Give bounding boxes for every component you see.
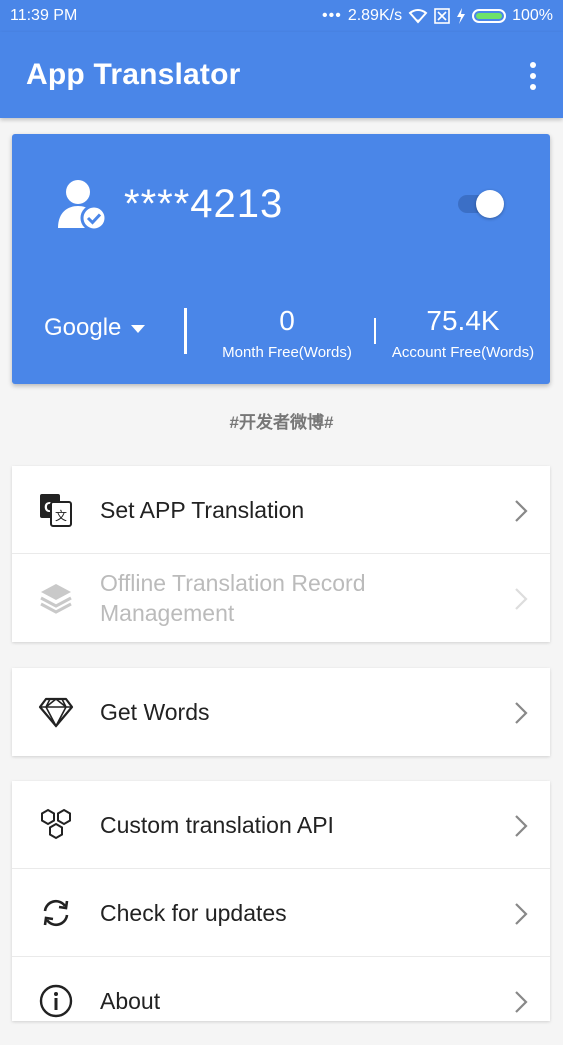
developer-weibo-link[interactable]: #开发者微博# [0, 408, 563, 433]
chevron-right-icon [515, 702, 528, 724]
sync-icon [43, 899, 69, 927]
app-bar: App Translator [0, 32, 563, 118]
divider [184, 308, 187, 354]
divider [374, 318, 376, 344]
month-free-stat: 0 Month Free(Words) [212, 304, 362, 361]
status-indicators: ••• 2.89K/s 100% [322, 7, 553, 25]
chevron-right-icon [515, 588, 528, 610]
status-bar: 11:39 PM ••• 2.89K/s 100% [0, 0, 563, 32]
get-words-item[interactable]: Get Words [12, 668, 550, 756]
account-card: ****4213 Google 0 Month Free(Words) 75.4… [12, 134, 550, 384]
engine-label: Google [44, 314, 122, 341]
menu-group: Custom translation API Check for updates… [12, 781, 550, 1021]
signal-dots-icon: ••• [322, 7, 342, 24]
battery-icon [472, 9, 507, 23]
account-toggle[interactable] [458, 190, 506, 218]
dropdown-caret-icon [131, 325, 146, 333]
menu-item-label: Get Words [100, 699, 210, 725]
chevron-right-icon [515, 903, 528, 925]
account-free-value: 75.4K [426, 305, 500, 336]
charging-icon [457, 8, 466, 24]
more-vert-icon[interactable] [523, 60, 543, 92]
user-account-id: ****4213 [124, 182, 284, 226]
menu-group: Get Words [12, 668, 550, 756]
account-free-label: Account Free(Words) [391, 344, 535, 361]
account-free-stat: 75.4K Account Free(Words) [384, 304, 542, 361]
diamond-icon [38, 697, 74, 728]
chevron-right-icon [515, 991, 528, 1013]
offline-translation-record-item[interactable]: Offline Translation Record Management [12, 554, 550, 642]
month-free-value: 0 [279, 305, 295, 336]
status-time: 11:39 PM [10, 7, 78, 24]
menu-item-label: About [100, 988, 161, 1014]
translate-icon: G 文 [40, 494, 72, 527]
hexagons-icon [41, 808, 71, 840]
menu-item-label: Offline Translation Record Management [100, 570, 366, 626]
menu-item-label: Check for updates [100, 900, 287, 926]
network-speed: 2.89K/s [347, 7, 403, 24]
verified-user-icon [58, 180, 108, 232]
custom-translation-api-item[interactable]: Custom translation API [12, 781, 550, 869]
battery-level: 100% [512, 7, 553, 24]
wifi-icon [408, 9, 428, 24]
set-app-translation-item[interactable]: G 文 Set APP Translation [12, 466, 550, 554]
svg-text:文: 文 [55, 508, 67, 523]
menu-item-label: Set APP Translation [100, 497, 305, 523]
about-item[interactable]: About [12, 957, 550, 1045]
layers-icon [40, 584, 72, 614]
chevron-right-icon [515, 815, 528, 837]
app-title: App Translator [26, 58, 241, 91]
chevron-right-icon [515, 500, 528, 522]
month-free-label: Month Free(Words) [222, 344, 352, 361]
info-icon [39, 984, 73, 1018]
translation-engine-select[interactable]: Google [44, 314, 146, 342]
menu-group: G 文 Set APP Translation Offline Translat… [12, 466, 550, 642]
no-sim-icon [434, 8, 450, 24]
check-for-updates-item[interactable]: Check for updates [12, 869, 550, 957]
menu-item-label: Custom translation API [100, 812, 334, 838]
